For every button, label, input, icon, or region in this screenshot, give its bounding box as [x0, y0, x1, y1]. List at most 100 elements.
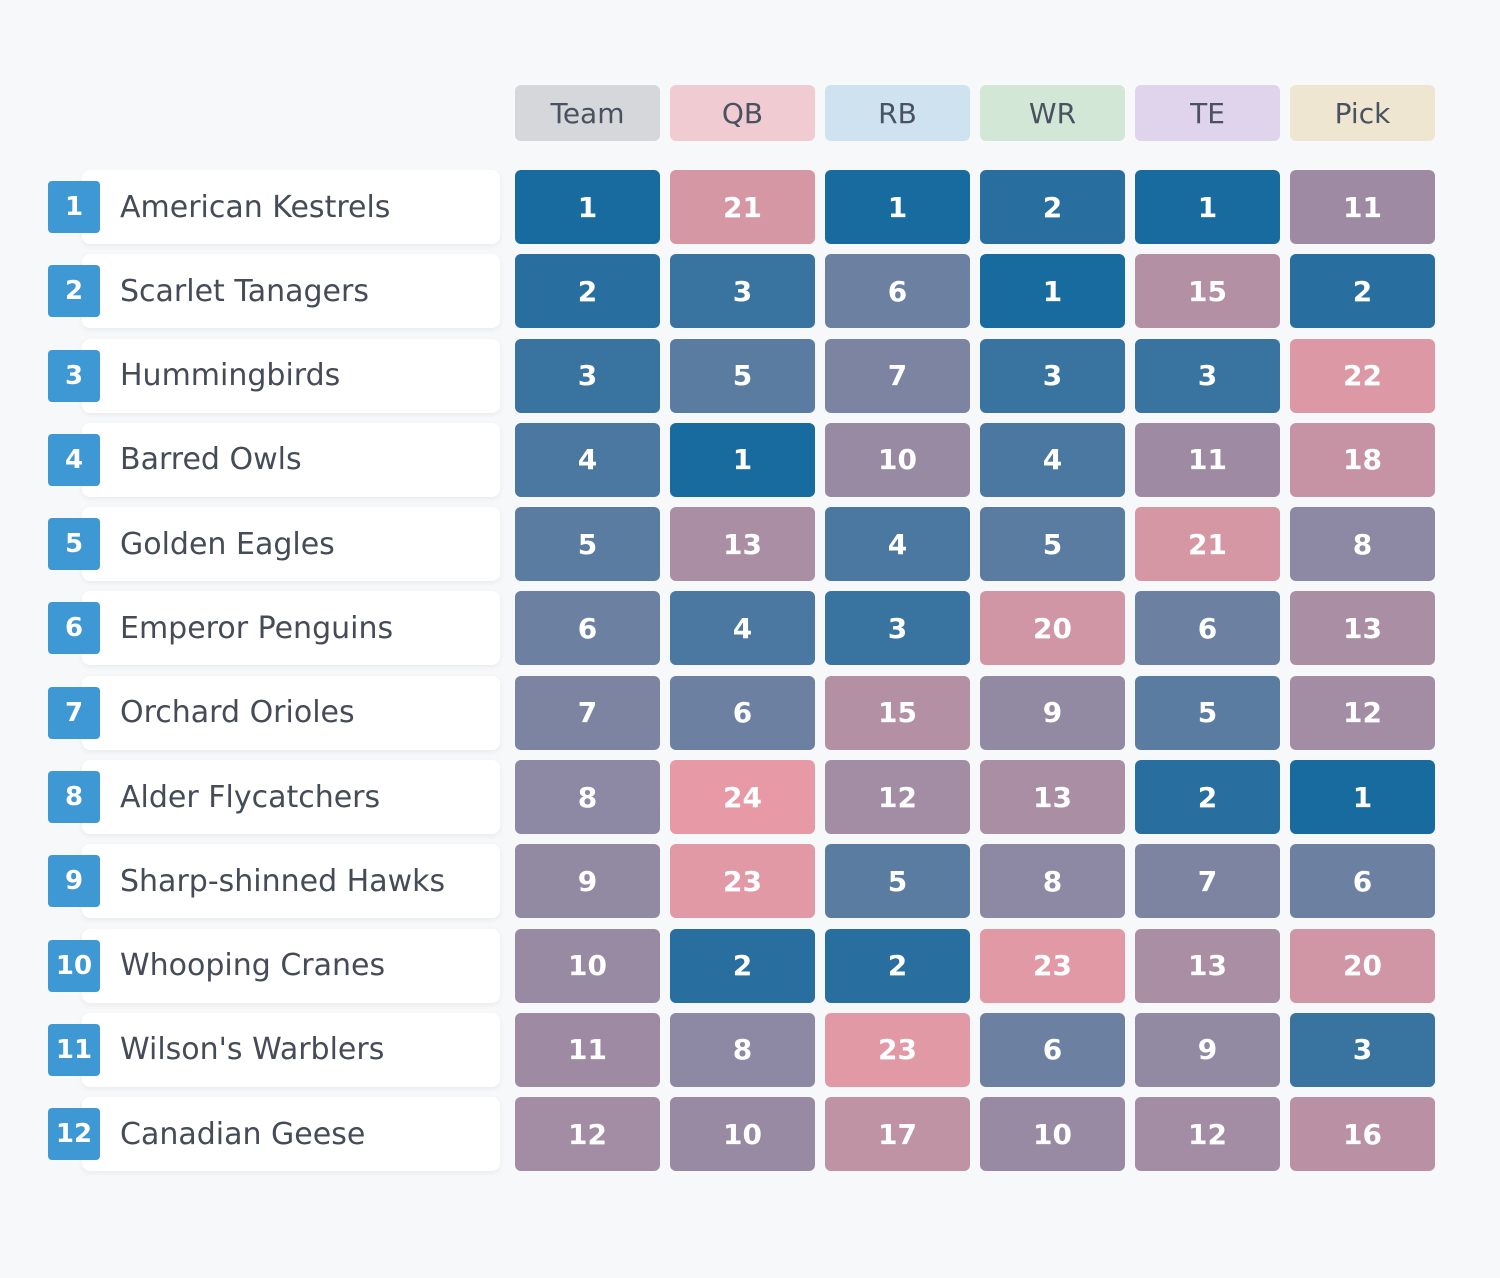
team-card: 6 Emperor Penguins	[48, 591, 500, 666]
heatmap-cells: 4 1 10 4 11 18	[515, 422, 1435, 497]
heatmap-cell-team: 8	[515, 760, 660, 835]
heatmap-cell-wr: 2	[980, 170, 1125, 244]
heatmap-cell-pick: 20	[1290, 928, 1435, 1003]
rank-badge: 1	[48, 181, 100, 233]
column-header-te: TE	[1135, 85, 1280, 141]
heatmap-cell-te: 1	[1135, 170, 1280, 244]
heatmap-cell-qb: 5	[670, 338, 815, 413]
heatmap-cell-qb: 24	[670, 760, 815, 835]
heatmap-cell-team: 12	[515, 1097, 660, 1172]
heatmap-cell-team: 10	[515, 928, 660, 1003]
heatmap-cells: 12 10 17 10 12 16	[515, 1097, 1435, 1172]
heatmap-cell-rb: 10	[825, 422, 970, 497]
heatmap-cell-rb: 7	[825, 338, 970, 413]
heatmap-cell-qb: 10	[670, 1097, 815, 1172]
heatmap-cell-qb: 13	[670, 507, 815, 582]
team-name: Wilson's Warblers	[120, 1032, 385, 1068]
heatmap-cell-rb: 6	[825, 254, 970, 329]
heatmap-cell-team: 3	[515, 338, 660, 413]
rank-badge: 5	[48, 518, 100, 571]
rank-badge: 12	[48, 1108, 100, 1161]
team-name: Hummingbirds	[120, 358, 341, 394]
heatmap-cell-pick: 11	[1290, 170, 1435, 244]
heatmap-cell-rb: 2	[825, 928, 970, 1003]
heatmap-cell-wr: 8	[980, 844, 1125, 919]
heatmap-cell-team: 5	[515, 507, 660, 582]
heatmap-cell-rb: 23	[825, 1012, 970, 1087]
heatmap-cell-wr: 3	[980, 338, 1125, 413]
heatmap-cell-te: 15	[1135, 254, 1280, 329]
heatmap-cell-rb: 15	[825, 675, 970, 750]
heatmap-cell-wr: 4	[980, 422, 1125, 497]
column-header-pick: Pick	[1290, 85, 1435, 141]
rank-badge: 11	[48, 1023, 100, 1076]
heatmap-cell-pick: 6	[1290, 844, 1435, 919]
column-header-rb: RB	[825, 85, 970, 141]
team-card: 11 Wilson's Warblers	[48, 1012, 500, 1087]
heatmap-cell-te: 11	[1135, 422, 1280, 497]
heatmap-cells: 2 3 6 1 15 2	[515, 254, 1435, 329]
heatmap-cell-wr: 10	[980, 1097, 1125, 1172]
rankings-table: 1 American Kestrels 1 21 1 2 1 11 2 Scarlet Tanag…	[48, 170, 1435, 1182]
heatmap-cells: 3 5 7 3 3 22	[515, 338, 1435, 413]
team-name: Golden Eagles	[120, 526, 335, 562]
heatmap-cell-rb: 12	[825, 760, 970, 835]
table-row: 9 Sharp-shinned Hawks 9 23 5 8 7 6	[48, 844, 1435, 919]
heatmap-cell-team: 7	[515, 675, 660, 750]
heatmap-cell-pick: 13	[1290, 591, 1435, 666]
heatmap-cell-te: 21	[1135, 507, 1280, 582]
heatmap-cells: 11 8 23 6 9 3	[515, 1012, 1435, 1087]
team-card: 5 Golden Eagles	[48, 507, 500, 582]
heatmap-cell-team: 1	[515, 170, 660, 244]
heatmap-cells: 10 2 2 23 13 20	[515, 928, 1435, 1003]
table-row: 3 Hummingbirds 3 5 7 3 3 22	[48, 338, 1435, 413]
heatmap-cell-qb: 1	[670, 422, 815, 497]
heatmap-cell-pick: 1	[1290, 760, 1435, 835]
heatmap-cell-wr: 20	[980, 591, 1125, 666]
team-name: Alder Flycatchers	[120, 779, 381, 815]
heatmap-cell-rb: 4	[825, 507, 970, 582]
heatmap-cell-team: 9	[515, 844, 660, 919]
heatmap-cell-wr: 6	[980, 1012, 1125, 1087]
heatmap-cell-te: 7	[1135, 844, 1280, 919]
team-card: 3 Hummingbirds	[48, 338, 500, 413]
heatmap-cell-wr: 5	[980, 507, 1125, 582]
team-card: 9 Sharp-shinned Hawks	[48, 844, 500, 919]
team-card: 8 Alder Flycatchers	[48, 760, 500, 835]
team-name: American Kestrels	[120, 189, 391, 225]
table-row: 1 American Kestrels 1 21 1 2 1 11	[48, 170, 1435, 244]
team-card: 10 Whooping Cranes	[48, 928, 500, 1003]
heatmap-cell-qb: 6	[670, 675, 815, 750]
heatmap-cell-qb: 2	[670, 928, 815, 1003]
rank-badge: 2	[48, 265, 100, 318]
heatmap-cell-team: 4	[515, 422, 660, 497]
heatmap-cell-te: 12	[1135, 1097, 1280, 1172]
rank-badge: 4	[48, 433, 100, 486]
heatmap-cell-team: 6	[515, 591, 660, 666]
heatmap-cell-te: 5	[1135, 675, 1280, 750]
heatmap-cell-rb: 17	[825, 1097, 970, 1172]
heatmap-cell-te: 2	[1135, 760, 1280, 835]
heatmap-cell-te: 3	[1135, 338, 1280, 413]
team-card: 4 Barred Owls	[48, 422, 500, 497]
heatmap-cell-qb: 23	[670, 844, 815, 919]
heatmap-cell-pick: 12	[1290, 675, 1435, 750]
team-name: Emperor Penguins	[120, 610, 394, 646]
table-row: 6 Emperor Penguins 6 4 3 20 6 13	[48, 591, 1435, 666]
team-name: Barred Owls	[120, 442, 302, 478]
column-header-qb: QB	[670, 85, 815, 141]
column-header-team: Team	[515, 85, 660, 141]
table-row: 7 Orchard Orioles 7 6 15 9 5 12	[48, 675, 1435, 750]
heatmap-cells: 8 24 12 13 2 1	[515, 760, 1435, 835]
table-row: 12 Canadian Geese 12 10 17 10 12 16	[48, 1097, 1435, 1172]
heatmap-cell-pick: 18	[1290, 422, 1435, 497]
team-card: 2 Scarlet Tanagers	[48, 254, 500, 329]
heatmap-cell-pick: 22	[1290, 338, 1435, 413]
rank-badge: 7	[48, 686, 100, 739]
rank-badge: 3	[48, 349, 100, 402]
team-name: Whooping Cranes	[120, 948, 386, 984]
table-row: 10 Whooping Cranes 10 2 2 23 13 20	[48, 928, 1435, 1003]
heatmap-cell-te: 9	[1135, 1012, 1280, 1087]
heatmap-cell-wr: 13	[980, 760, 1125, 835]
team-name: Scarlet Tanagers	[120, 273, 369, 309]
